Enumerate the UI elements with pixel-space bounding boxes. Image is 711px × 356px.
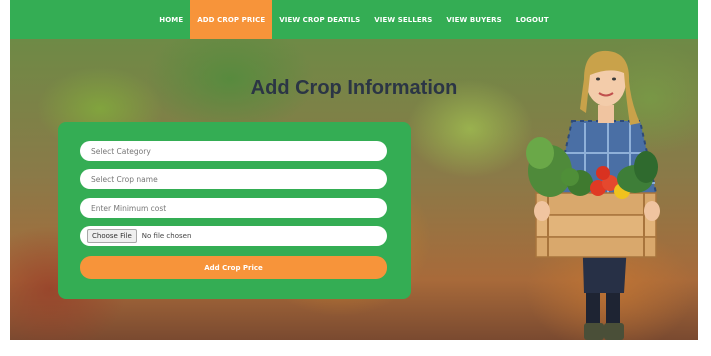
top-navbar: HOME ADD CROP PRICE VIEW CROP DEATILS VI…: [10, 0, 698, 39]
file-upload-field: Choose File No file chosen: [80, 226, 387, 246]
nav-view-crop-details[interactable]: VIEW CROP DEATILS: [272, 0, 367, 39]
category-select[interactable]: Select Category: [80, 141, 387, 161]
add-crop-price-button[interactable]: Add Crop Price: [80, 256, 387, 279]
nav-view-buyers[interactable]: VIEW BUYERS: [439, 0, 508, 39]
nav-home[interactable]: HOME: [152, 0, 190, 39]
hero-background: Add Crop Information Select Category Sel…: [10, 39, 698, 340]
nav-logout[interactable]: LOGOUT: [509, 0, 556, 39]
minimum-cost-input[interactable]: Enter Minimum cost: [80, 198, 387, 218]
nav-add-crop-price[interactable]: ADD CROP PRICE: [190, 0, 273, 39]
file-status-text: No file chosen: [141, 232, 192, 240]
choose-file-button[interactable]: Choose File: [87, 229, 137, 243]
farmer-with-vegetable-crate-image: [526, 50, 660, 340]
nav-view-sellers[interactable]: VIEW SELLERS: [367, 0, 439, 39]
page-frame: HOME ADD CROP PRICE VIEW CROP DEATILS VI…: [10, 0, 698, 340]
crop-name-select[interactable]: Select Crop name: [80, 169, 387, 189]
crop-form-card: Select Category Select Crop name Enter M…: [58, 122, 411, 299]
